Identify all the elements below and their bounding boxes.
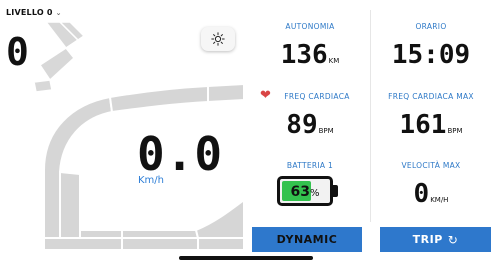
stats-panel: AUTONOMIA 136KM ORARIO 15:09 ❤ FREQ CARD… (250, 10, 491, 222)
battery-body: 63% (277, 176, 333, 206)
stat-orario-label: ORARIO (415, 22, 447, 31)
stat-freq-cardiaca-max-unit: BPM (447, 127, 463, 135)
speed-value: 0.0 (137, 127, 224, 181)
battery-terminal (333, 185, 338, 197)
stat-velocita-max: VELOCITÀ MAX 0KM/H (371, 149, 491, 219)
stat-autonomia-value: 136 (280, 40, 328, 70)
trip-button[interactable]: TRIP ↻ (380, 227, 491, 252)
stat-batteria: BATTERIA 1 63% (250, 149, 370, 219)
stat-orario-value: 15:09 (391, 40, 471, 70)
battery-percent-value: 63 (290, 184, 310, 200)
trip-label: TRIP (412, 233, 443, 246)
home-indicator[interactable] (179, 256, 313, 260)
stat-autonomia-unit: KM (328, 57, 340, 65)
stat-freq-cardiaca-unit: BPM (318, 127, 334, 135)
stat-freq-cardiaca-value-row: 89BPM (250, 110, 370, 146)
battery-percent-unit: % (309, 188, 320, 199)
refresh-icon: ↻ (447, 232, 459, 247)
stat-freq-cardiaca-value: 89 (286, 110, 318, 140)
battery-icon: 63% (277, 176, 339, 206)
stat-freq-cardiaca-label: FREQ CARDIACA (284, 92, 350, 101)
stat-batteria-label: BATTERIA 1 (286, 161, 334, 170)
stat-autonomia-label: AUTONOMIA (285, 22, 335, 31)
battery-percent: 63% (280, 183, 330, 203)
stat-freq-cardiaca-max-value-row: 161BPM (371, 110, 491, 146)
stat-freq-cardiaca-max: FREQ CARDIACA MAX 161BPM (371, 80, 491, 150)
mode-dynamic-button[interactable]: DYNAMIC (252, 227, 362, 252)
stat-freq-cardiaca: ❤ FREQ CARDIACA 89BPM (250, 80, 370, 150)
stat-autonomia: AUTONOMIA 136KM (250, 10, 370, 80)
stat-autonomia-value-row: 136KM (250, 40, 370, 76)
stat-velocita-max-unit: KM/H (430, 196, 449, 204)
mode-dynamic-label: DYNAMIC (276, 233, 338, 246)
speed-unit: Km/h (138, 175, 165, 186)
stat-velocita-max-label: VELOCITÀ MAX (401, 161, 461, 170)
stat-velocita-max-value-row: 0KM/H (371, 179, 491, 215)
stat-velocita-max-value: 0 (413, 179, 430, 209)
stat-freq-cardiaca-max-label: FREQ CARDIACA MAX (388, 92, 474, 101)
stat-orario: ORARIO 15:09 (371, 10, 491, 80)
stat-freq-cardiaca-max-value: 161 (399, 110, 447, 140)
